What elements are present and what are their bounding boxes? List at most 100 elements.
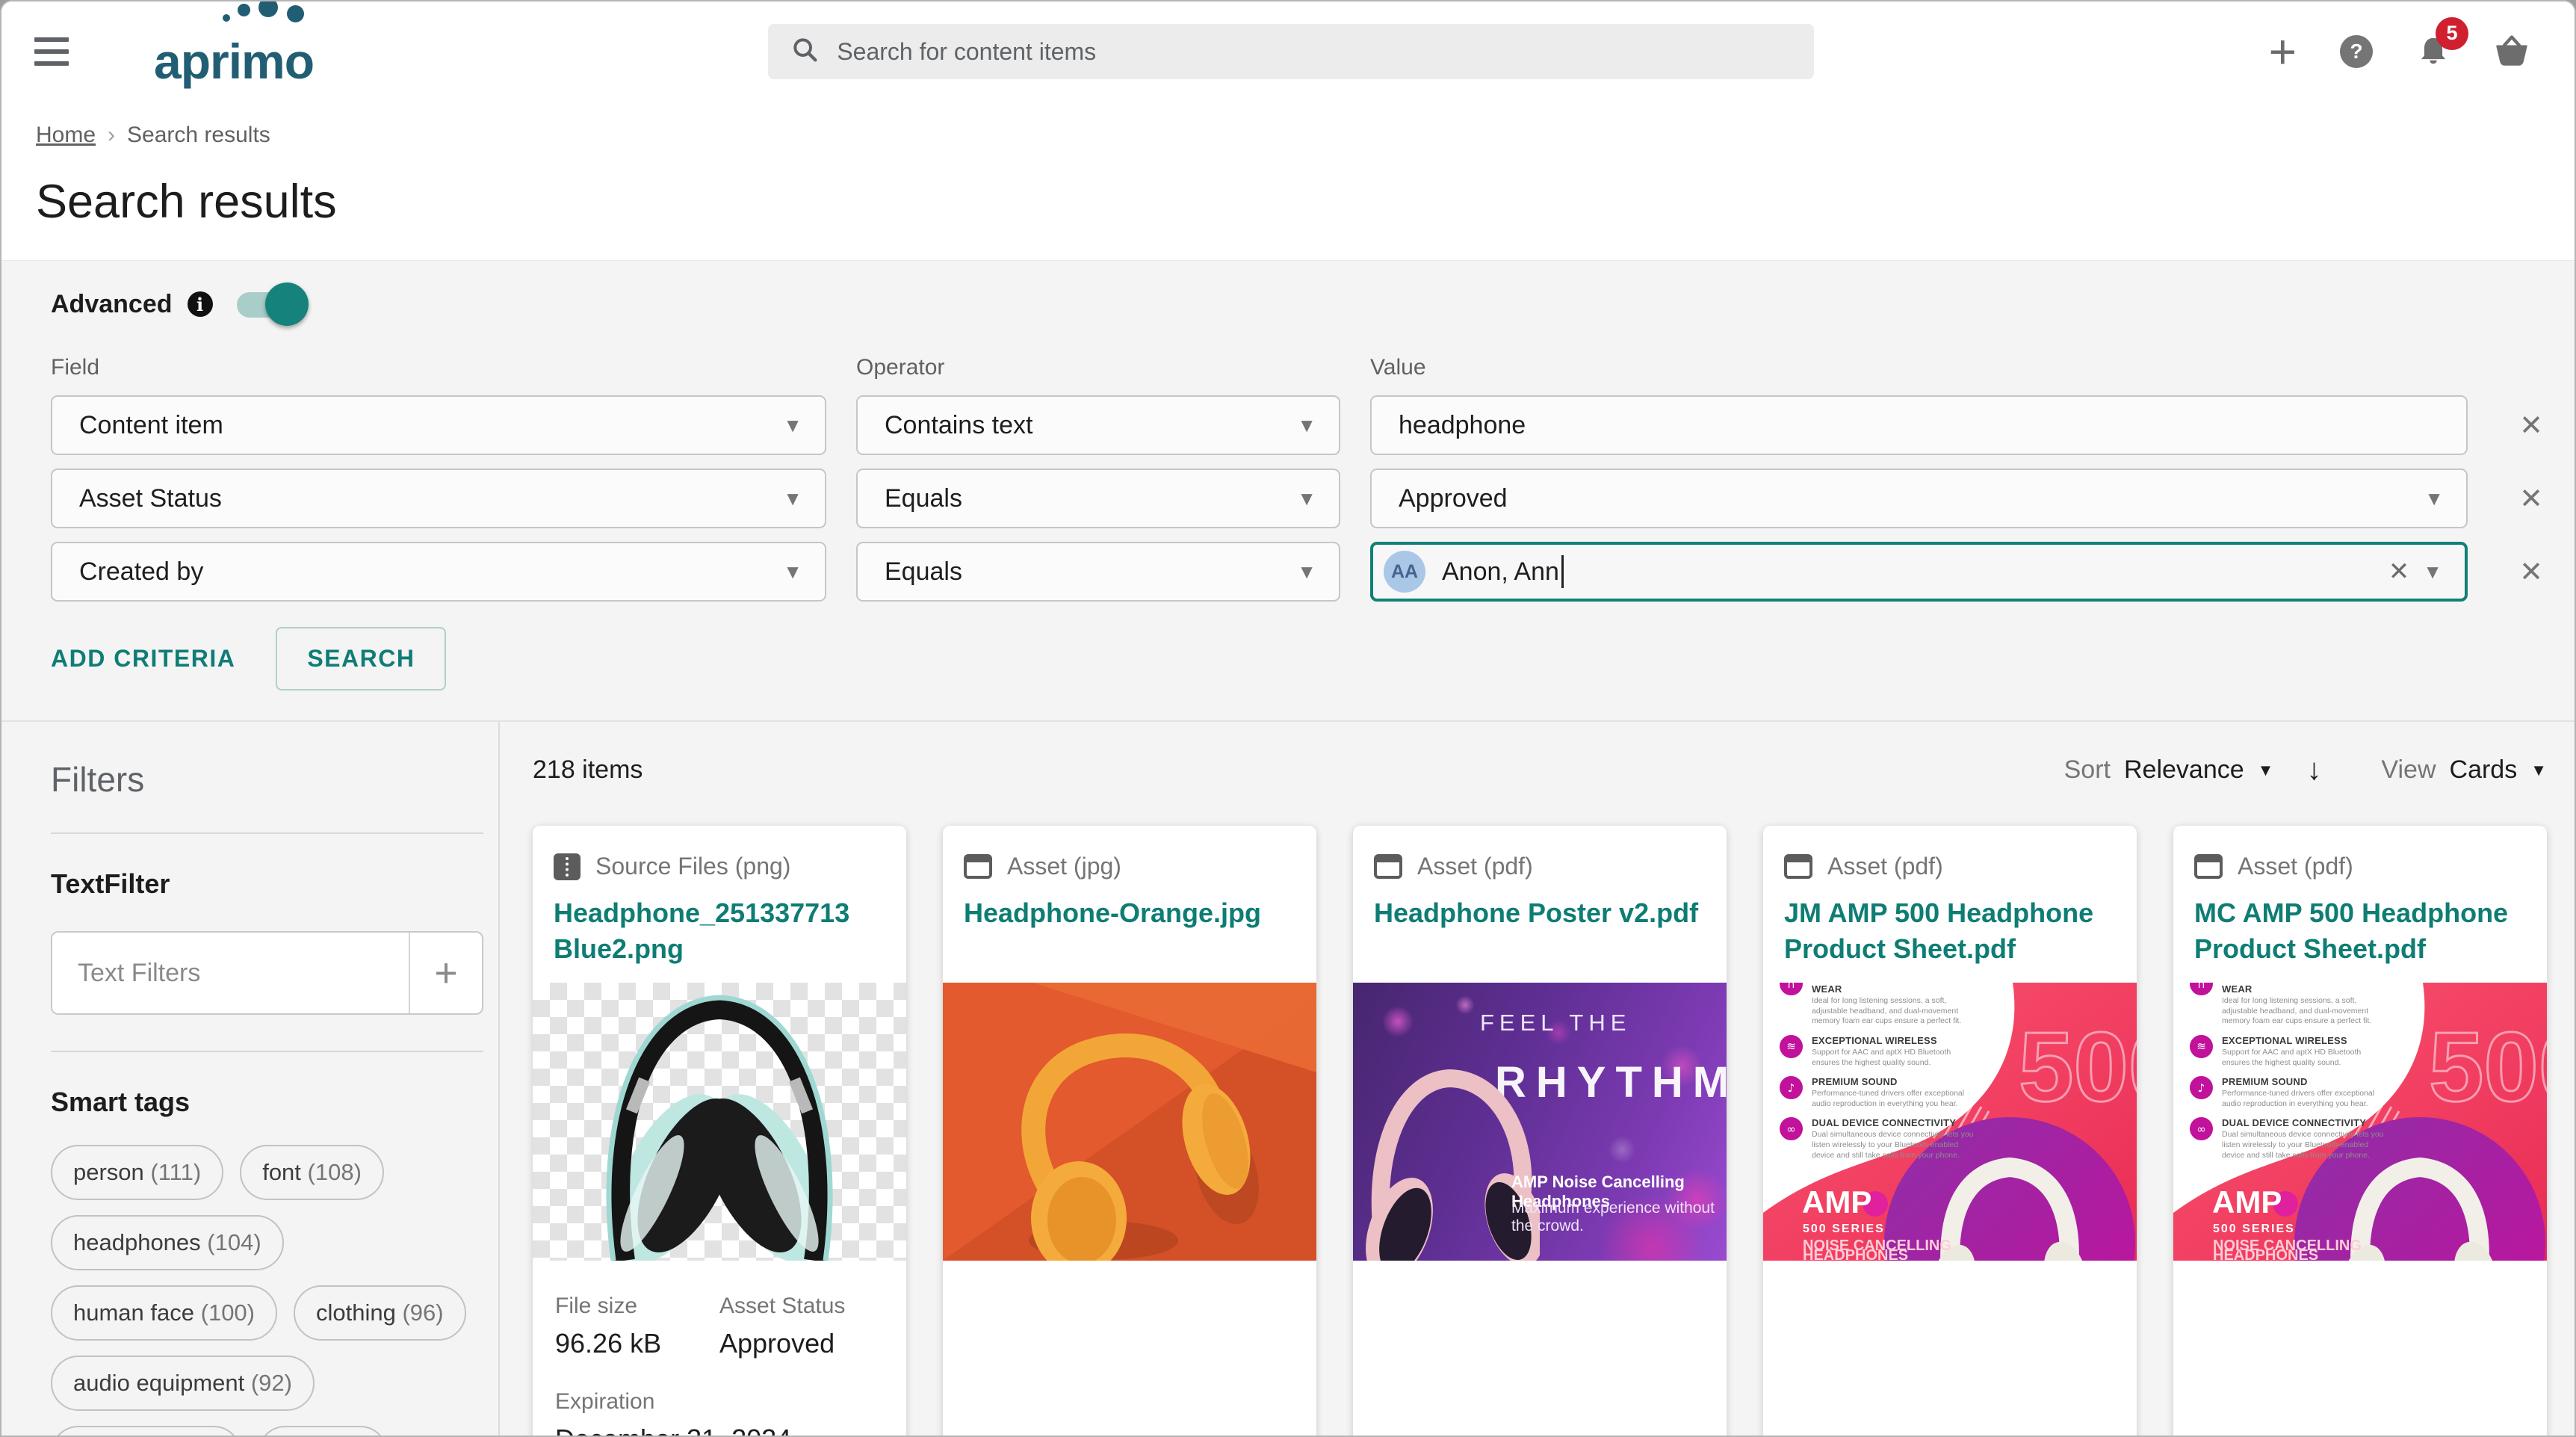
operator-select-row3[interactable]: Equals ▼ bbox=[856, 542, 1340, 602]
svg-text:500: 500 bbox=[2019, 1012, 2137, 1122]
chevron-down-icon: ▼ bbox=[783, 487, 802, 510]
card-thumbnail[interactable]: 500 AMP 500 SERI bbox=[1763, 983, 2137, 1261]
info-icon[interactable]: i bbox=[188, 291, 213, 317]
card-thumbnail[interactable] bbox=[943, 983, 1316, 1261]
smart-tag-chip[interactable]: text (73) bbox=[258, 1426, 388, 1437]
advanced-search-section: Advanced i Field Operator Value Content … bbox=[1, 260, 2575, 720]
field-column-label: Field bbox=[51, 355, 826, 380]
headphones-image bbox=[943, 983, 1316, 1261]
asset-icon bbox=[2194, 854, 2223, 879]
card-title-link[interactable]: Headphone Poster v2.pdf bbox=[1374, 895, 1706, 931]
asset-card[interactable]: Asset (pdf) Headphone Poster v2.pdf FEEL… bbox=[1353, 826, 1727, 1437]
breadcrumb-separator: › bbox=[108, 123, 115, 148]
smart-tags-label: Smart tags bbox=[51, 1087, 483, 1118]
close-icon[interactable]: ✕ bbox=[2519, 482, 2543, 516]
divider bbox=[51, 832, 483, 834]
chevron-down-icon: ▼ bbox=[1297, 487, 1316, 510]
asset-card[interactable]: Asset (jpg) Headphone-Orange.jpg bbox=[943, 826, 1316, 1437]
page-title: Search results bbox=[1, 148, 2575, 260]
global-search-wrap bbox=[314, 24, 2269, 79]
smart-tag-chip[interactable]: earphone (74) bbox=[51, 1426, 241, 1437]
view-select[interactable]: Cards bbox=[2450, 755, 2518, 785]
search-icon bbox=[790, 35, 820, 69]
svg-text:500 SERIES: 500 SERIES bbox=[1803, 1223, 1885, 1235]
feature-icon: ∩ bbox=[1780, 983, 1803, 995]
breadcrumb: Home › Search results bbox=[1, 102, 2575, 148]
add-criteria-button[interactable]: ADD CRITERIA bbox=[51, 645, 235, 673]
value-select-row2-value: Approved bbox=[1399, 484, 1508, 513]
logo-text: aprimo bbox=[154, 37, 314, 86]
asset-card[interactable]: Asset (pdf) JM AMP 500 Headphone Product… bbox=[1763, 826, 2137, 1437]
view-label: View bbox=[2381, 755, 2436, 785]
global-search-bar[interactable] bbox=[768, 24, 1814, 79]
value-select-row2[interactable]: Approved ▼ bbox=[1370, 469, 2468, 528]
card-kind: Source Files (png) bbox=[595, 853, 790, 880]
notifications-icon[interactable]: 5 bbox=[2416, 34, 2450, 70]
field-select-row1[interactable]: Content item ▼ bbox=[51, 395, 826, 455]
field-select-row2[interactable]: Asset Status ▼ bbox=[51, 469, 826, 528]
value-picker-row3[interactable]: AA Anon, Ann ✕ ▼ bbox=[1370, 542, 2468, 602]
sort-label: Sort bbox=[2064, 755, 2111, 785]
sort-direction-icon[interactable]: ↓ bbox=[2306, 753, 2321, 787]
file-size-field: File size 96.26 kB bbox=[555, 1294, 719, 1359]
smart-tag-chip[interactable]: font (108) bbox=[240, 1145, 384, 1200]
close-icon[interactable]: ✕ bbox=[2519, 555, 2543, 589]
card-details: File size 96.26 kB Asset Status Approved… bbox=[533, 1261, 906, 1437]
search-button[interactable]: SEARCH bbox=[276, 627, 446, 690]
close-icon[interactable]: ✕ bbox=[2375, 557, 2424, 587]
card-title-link[interactable]: MC AMP 500 Headphone Product Sheet.pdf bbox=[2194, 895, 2526, 966]
operator-select-row2[interactable]: Equals ▼ bbox=[856, 469, 1340, 528]
source-files-icon bbox=[554, 853, 580, 880]
chevron-down-icon[interactable]: ▼ bbox=[2530, 761, 2547, 780]
smart-tag-chip[interactable]: clothing (96) bbox=[294, 1285, 466, 1341]
advanced-toggle[interactable] bbox=[237, 289, 306, 319]
global-search-input[interactable] bbox=[837, 38, 1792, 66]
results-panel: 218 items Sort Relevance ▼ ↓ View Cards … bbox=[500, 722, 2576, 1437]
operator-select-row1-value: Contains text bbox=[885, 411, 1032, 440]
smart-tag-chip[interactable]: audio equipment (92) bbox=[51, 1356, 315, 1411]
text-filter-group: + bbox=[51, 931, 483, 1015]
operator-select-row1[interactable]: Contains text ▼ bbox=[856, 395, 1340, 455]
field-select-row3[interactable]: Created by ▼ bbox=[51, 542, 826, 602]
card-thumbnail[interactable]: 500 AMP 500 SERI bbox=[2173, 983, 2547, 1261]
card-thumbnail[interactable] bbox=[533, 983, 906, 1261]
operator-select-row3-value: Equals bbox=[885, 557, 962, 587]
chevron-down-icon: ▼ bbox=[1297, 560, 1316, 584]
field-select-row3-value: Created by bbox=[79, 557, 203, 587]
card-title-link[interactable]: JM AMP 500 Headphone Product Sheet.pdf bbox=[1784, 895, 2116, 966]
card-title-link[interactable]: Headphone_251337713 Blue2.png bbox=[554, 895, 885, 966]
sort-select[interactable]: Relevance bbox=[2124, 755, 2244, 785]
aprimo-window: aprimo + ? 5 Home › Search results bbox=[0, 0, 2576, 1437]
feature-icon: ∞ bbox=[2190, 1117, 2213, 1140]
card-title-link[interactable]: Headphone-Orange.jpg bbox=[964, 895, 1295, 931]
smart-tag-chip[interactable]: human face (100) bbox=[51, 1285, 277, 1341]
top-actions: + ? 5 bbox=[2269, 28, 2530, 75]
field-select-row1-value: Content item bbox=[79, 411, 223, 440]
close-icon[interactable]: ✕ bbox=[2519, 409, 2543, 442]
card-thumbnail[interactable]: FEEL THE RHYTHM AMP Noise Cancelling Hea… bbox=[1353, 983, 1727, 1261]
breadcrumb-home-link[interactable]: Home bbox=[36, 123, 96, 148]
smart-tag-chip[interactable]: headphones (104) bbox=[51, 1215, 284, 1270]
card-kind: Asset (pdf) bbox=[2238, 853, 2353, 880]
feature-icon: ♪ bbox=[1780, 1076, 1803, 1099]
feature-icon: ∩ bbox=[2190, 983, 2213, 995]
help-icon[interactable]: ? bbox=[2340, 35, 2373, 68]
text-filter-input[interactable] bbox=[52, 933, 409, 1013]
asset-icon bbox=[964, 854, 992, 879]
add-text-filter-button[interactable]: + bbox=[410, 933, 482, 1013]
value-input-row1[interactable] bbox=[1370, 395, 2468, 455]
chevron-down-icon[interactable]: ▼ bbox=[2423, 560, 2442, 584]
asset-card[interactable]: Asset (pdf) MC AMP 500 Headphone Product… bbox=[2173, 826, 2547, 1437]
add-icon[interactable]: + bbox=[2269, 28, 2297, 75]
top-bar: aprimo + ? 5 bbox=[1, 1, 2575, 102]
asset-card[interactable]: Source Files (png) Headphone_251337713 B… bbox=[533, 826, 906, 1437]
chevron-down-icon: ▼ bbox=[783, 560, 802, 584]
basket-icon[interactable] bbox=[2494, 34, 2530, 69]
aprimo-logo[interactable]: aprimo bbox=[154, 17, 314, 86]
items-count: 218 items bbox=[533, 755, 643, 785]
chevron-down-icon[interactable]: ▼ bbox=[2258, 761, 2274, 780]
svg-text:HEADPHONES: HEADPHONES bbox=[2213, 1247, 2318, 1261]
smart-tag-chip[interactable]: person (111) bbox=[51, 1145, 223, 1200]
hamburger-menu-icon[interactable] bbox=[34, 28, 81, 75]
asset-icon bbox=[1784, 854, 1812, 879]
